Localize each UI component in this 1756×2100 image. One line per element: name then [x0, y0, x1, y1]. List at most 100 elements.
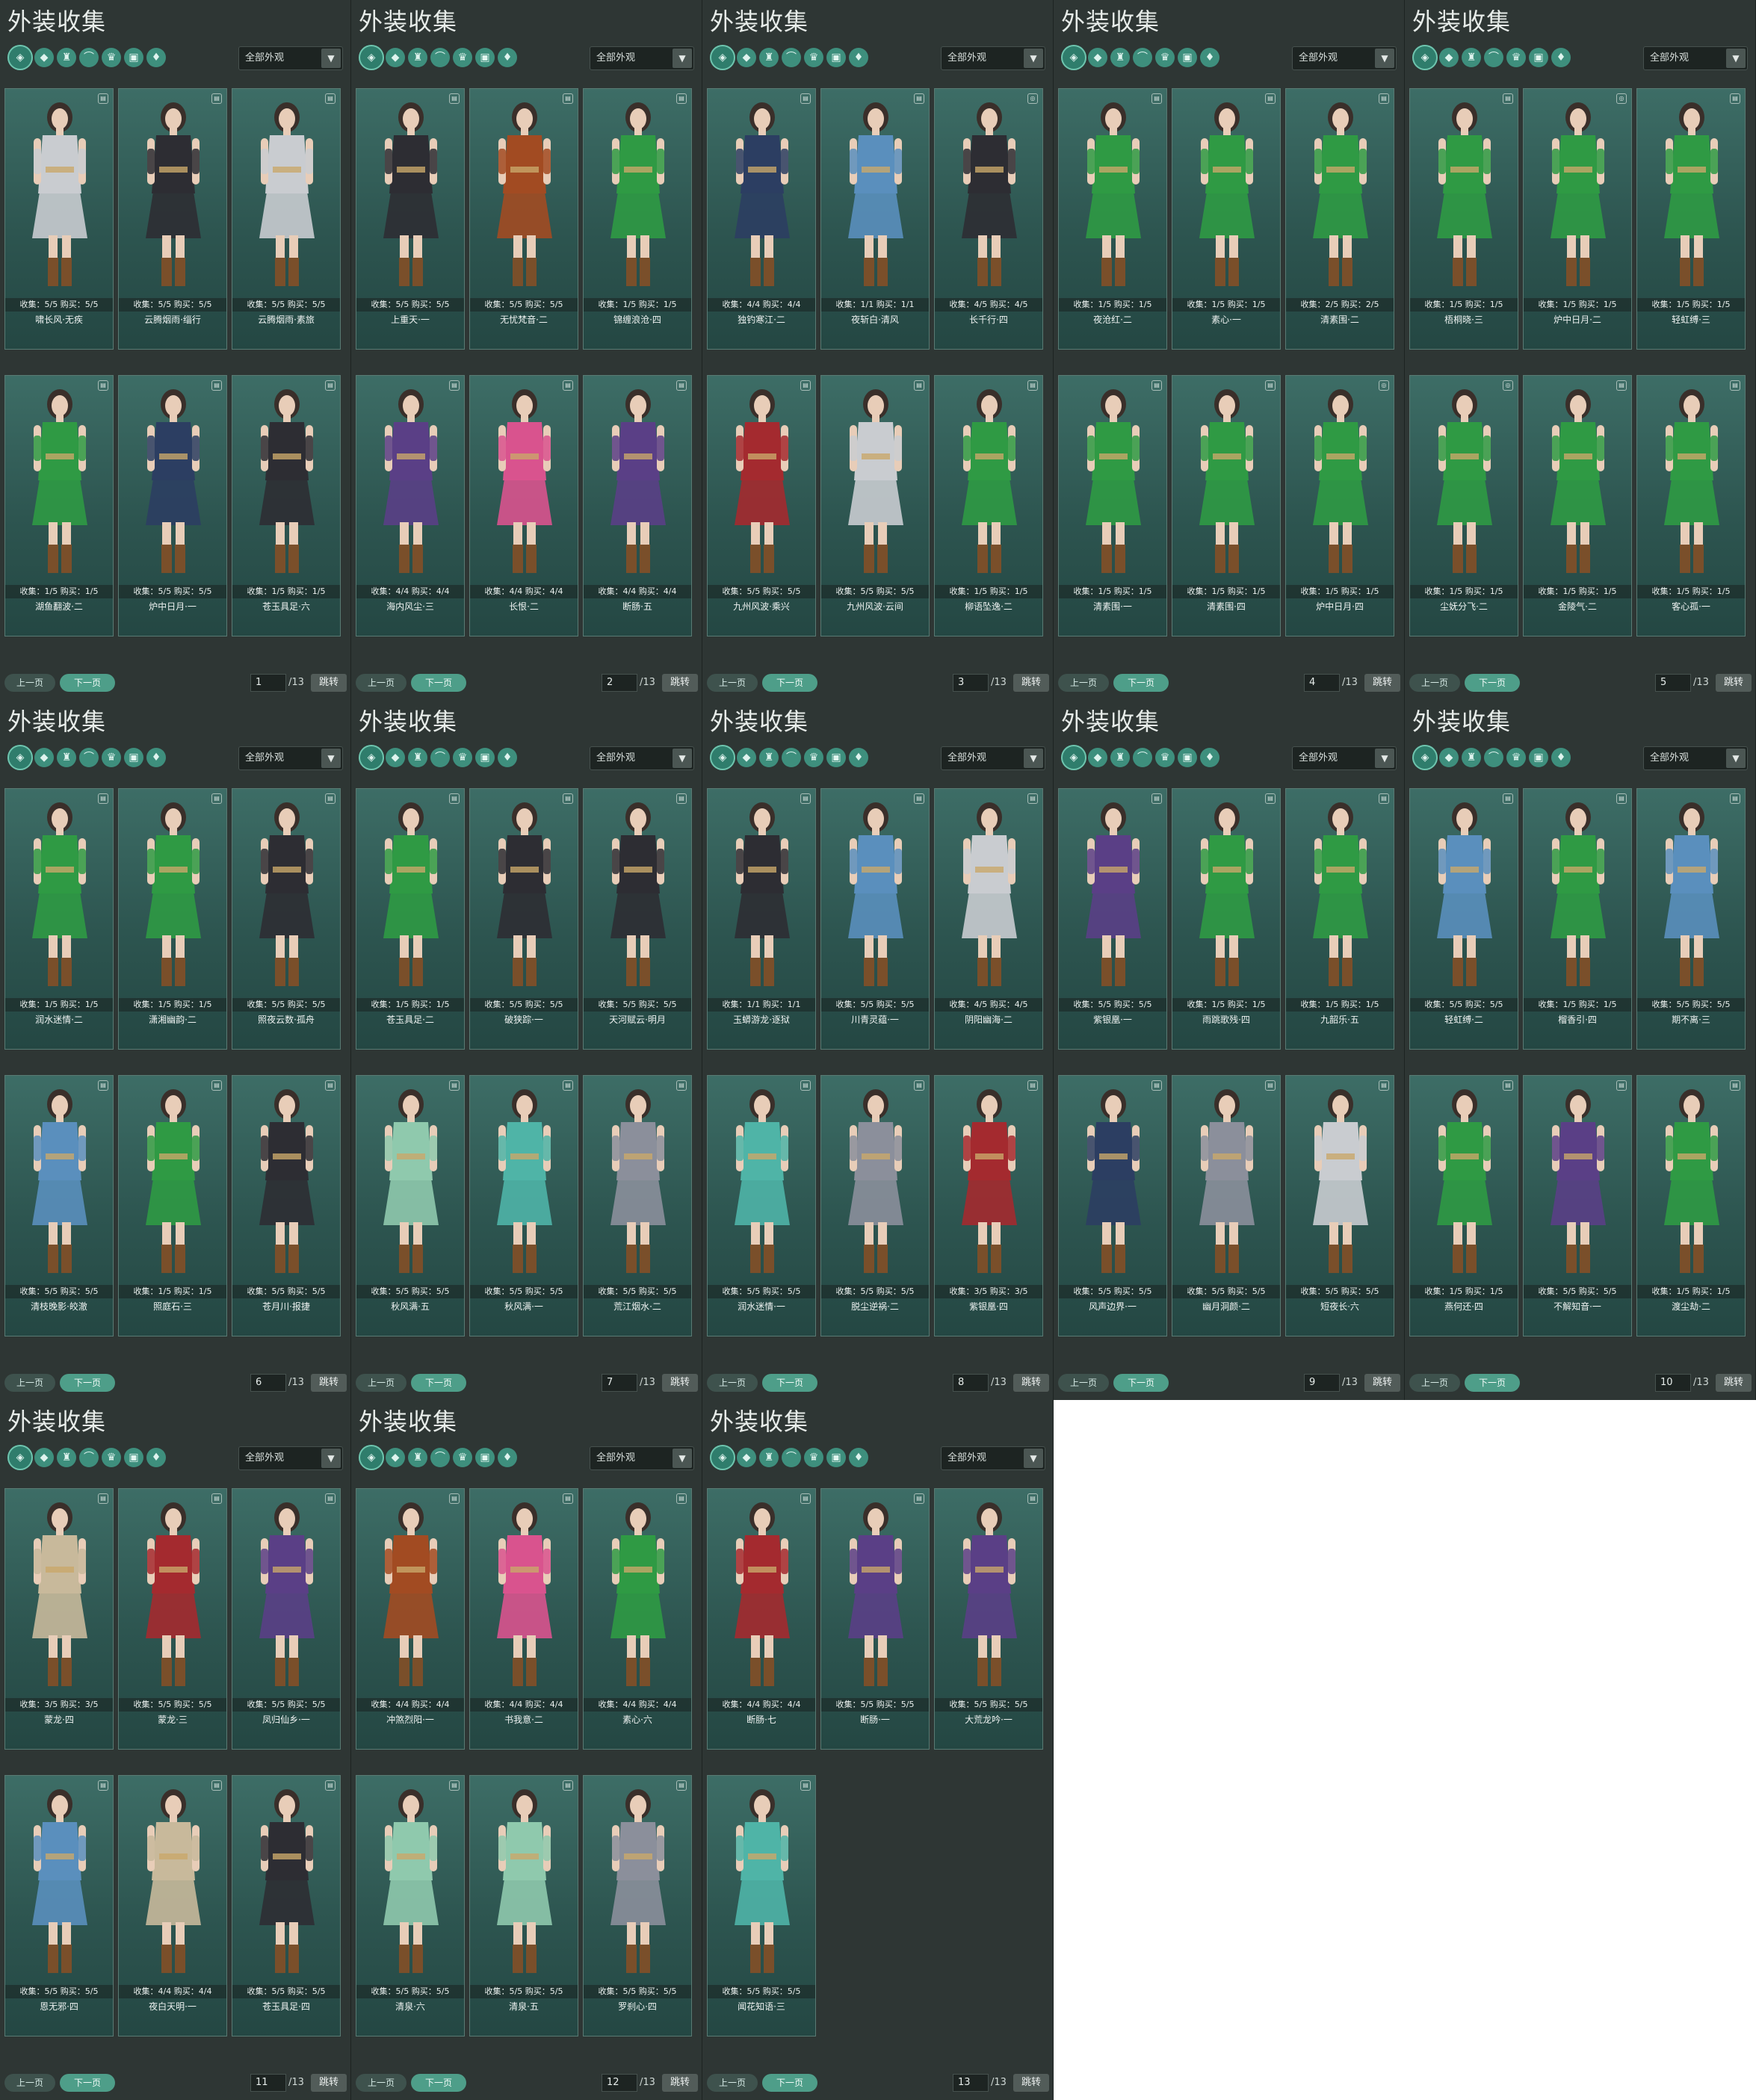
shoes-tab-icon[interactable]: ⌒	[1484, 48, 1503, 67]
outfit-card[interactable]: ▤ 收集：4/4 购买：4/4 冲煞烈阳·一	[356, 1488, 465, 1750]
outfit-card[interactable]: ▤ 收集：1/5 购买：1/5 雨跳歌残·四	[1172, 788, 1281, 1050]
robe-tab-icon[interactable]: ♜	[408, 48, 427, 67]
outfit-card[interactable]: ▤ 收集：4/4 购买：4/4 素心·六	[583, 1488, 692, 1750]
page-number-input[interactable]: 5	[1655, 674, 1691, 692]
gift-icon[interactable]: ▤	[1379, 793, 1389, 804]
gift-icon[interactable]: ▤	[676, 1493, 687, 1504]
outfit-card[interactable]: ▤ 收集：1/5 购买：1/5 苍玉具足·六	[232, 375, 341, 636]
chevron-down-icon[interactable]: ▼	[1024, 1449, 1043, 1468]
coin-tab-icon[interactable]: ◈	[359, 745, 384, 770]
appearance-filter-select[interactable]: 全部外观 ▼	[941, 746, 1045, 770]
outfit-card[interactable]: ◎ 收集：4/5 购买：4/5 长千行·四	[934, 88, 1043, 350]
chevron-down-icon[interactable]: ▼	[1726, 749, 1746, 768]
outfit-tab-icon[interactable]: ◆	[34, 48, 54, 67]
gift-icon[interactable]: ▤	[1730, 93, 1740, 104]
outfit-card[interactable]: ▤ 收集：5/5 购买：5/5 九州风波·云间	[820, 375, 930, 636]
hair-tab-icon[interactable]: ♛	[453, 48, 472, 67]
chevron-down-icon[interactable]: ▼	[321, 49, 341, 68]
outfit-card[interactable]: ▤ 收集：5/5 购买：5/5 大荒龙吟·一	[934, 1488, 1043, 1750]
page-number-input[interactable]: 12	[602, 2074, 637, 2092]
shoes-tab-icon[interactable]: ⌒	[782, 1448, 801, 1467]
outfit-card[interactable]: ▤ 收集：1/5 购买：1/5 潇湘幽韵·二	[118, 788, 227, 1050]
hair-tab-icon[interactable]: ♛	[804, 48, 823, 67]
outfit-card[interactable]: ▤ 收集：1/5 购买：1/5 照庭石·三	[118, 1075, 227, 1336]
gift-icon[interactable]: ▤	[325, 1493, 336, 1504]
outfit-card[interactable]: ▤ 收集：2/5 购买：2/5 清素围·二	[1285, 88, 1394, 350]
prev-page-button[interactable]: 上一页	[4, 1374, 55, 1392]
outfit-card[interactable]: ▤ 收集：5/5 购买：5/5 云腾烟雨·缁行	[118, 88, 227, 350]
gift-icon[interactable]: ▤	[449, 93, 460, 104]
gift-icon[interactable]: ▤	[1730, 1080, 1740, 1091]
prev-page-button[interactable]: 上一页	[707, 2074, 758, 2092]
hair-tab-icon[interactable]: ♛	[1506, 48, 1526, 67]
gift-icon[interactable]: ▤	[98, 1080, 108, 1091]
gift-icon[interactable]: ▤	[563, 380, 573, 391]
outfit-card[interactable]: ▤ 收集：1/5 购买：1/5 渡尘劫·二	[1636, 1075, 1746, 1336]
jump-button[interactable]: 跳转	[662, 1374, 698, 1392]
next-page-button[interactable]: 下一页	[411, 674, 466, 692]
jump-button[interactable]: 跳转	[311, 2074, 347, 2092]
prev-page-button[interactable]: 上一页	[1058, 674, 1109, 692]
outfit-card[interactable]: ▤ 收集：5/5 购买：5/5 无忧梵音·二	[469, 88, 578, 350]
next-page-button[interactable]: 下一页	[1465, 674, 1520, 692]
jump-button[interactable]: 跳转	[1716, 674, 1752, 692]
outfit-card[interactable]: ▤ 收集：1/5 购买：1/5 润水迷情·二	[4, 788, 114, 1050]
mask-tab-icon[interactable]: ▣	[475, 748, 495, 767]
mask-tab-icon[interactable]: ▣	[826, 48, 846, 67]
outfit-card[interactable]: ▤ 收集：1/5 购买：1/5 九韶乐·五	[1285, 788, 1394, 1050]
outfit-card[interactable]: ▤ 收集：1/5 购买：1/5 轻虹缚·三	[1636, 88, 1746, 350]
chevron-down-icon[interactable]: ▼	[673, 749, 692, 768]
outfit-card[interactable]: ▤ 收集：5/5 购买：5/5 啸长风·无疾	[4, 88, 114, 350]
outfit-card[interactable]: ▤ 收集：3/5 购买：3/5 蒙龙·四	[4, 1488, 114, 1750]
gift-icon[interactable]: ▤	[914, 1080, 924, 1091]
mask-tab-icon[interactable]: ▣	[826, 748, 846, 767]
gift-icon[interactable]: ▤	[1379, 93, 1389, 104]
coin-tab-icon[interactable]: ◈	[7, 745, 33, 770]
outfit-card[interactable]: ▤ 收集：5/5 购买：5/5 期不离·三	[1636, 788, 1746, 1050]
gift-icon[interactable]: ▤	[1265, 793, 1276, 804]
outfit-card[interactable]: ▤ 收集：5/5 购买：5/5 九州风波·乘兴	[707, 375, 816, 636]
outfit-card[interactable]: ▤ 收集：5/5 购买：5/5 破狭踪·一	[469, 788, 578, 1050]
outfit-tab-icon[interactable]: ◆	[1088, 748, 1107, 767]
shoes-tab-icon[interactable]: ⌒	[1133, 48, 1152, 67]
mask-tab-icon[interactable]: ▣	[1178, 48, 1197, 67]
lock-icon[interactable]: ◎	[1379, 380, 1389, 391]
gift-icon[interactable]: ▤	[98, 793, 108, 804]
next-page-button[interactable]: 下一页	[1113, 1374, 1169, 1392]
hair-tab-icon[interactable]: ♛	[453, 1448, 472, 1467]
coin-tab-icon[interactable]: ◈	[710, 45, 735, 70]
outfit-card[interactable]: ▤ 收集：5/5 购买：5/5 苍月川·报捷	[232, 1075, 341, 1336]
robe-tab-icon[interactable]: ♜	[57, 748, 76, 767]
outfit-card[interactable]: ▤ 收集：5/5 购买：5/5 荒江烟水·二	[583, 1075, 692, 1336]
coin-tab-icon[interactable]: ◈	[359, 45, 384, 70]
outfit-card[interactable]: ▤ 收集：5/5 购买：5/5 断肠·一	[820, 1488, 930, 1750]
outfit-card[interactable]: ▤ 收集：3/5 购买：3/5 紫银凰·四	[934, 1075, 1043, 1336]
outfit-card[interactable]: ▤ 收集：1/5 购买：1/5 苍玉具足·二	[356, 788, 465, 1050]
outfit-card[interactable]: ▤ 收集：1/5 购买：1/5 燕何还·四	[1409, 1075, 1518, 1336]
jump-button[interactable]: 跳转	[1716, 1374, 1752, 1392]
gift-icon[interactable]: ▤	[98, 380, 108, 391]
shoes-tab-icon[interactable]: ⌒	[1133, 748, 1152, 767]
outfit-card[interactable]: ▤ 收集：5/5 购买：5/5 不解知音·一	[1523, 1075, 1632, 1336]
gift-icon[interactable]: ▤	[1730, 380, 1740, 391]
outfit-card[interactable]: ▤ 收集：4/4 购买：4/4 书我意·二	[469, 1488, 578, 1750]
gift-icon[interactable]: ▤	[676, 1780, 687, 1791]
next-page-button[interactable]: 下一页	[411, 1374, 466, 1392]
robe-tab-icon[interactable]: ♜	[408, 1448, 427, 1467]
appearance-filter-select[interactable]: 全部外观 ▼	[1643, 746, 1748, 770]
outfit-card[interactable]: ▤ 收集：5/5 购买：5/5 清枝晚影·皎澈	[4, 1075, 114, 1336]
outfit-card[interactable]: ▤ 收集：1/5 购买：1/5 清素围·四	[1172, 375, 1281, 636]
page-number-input[interactable]: 8	[953, 1374, 989, 1392]
shoes-tab-icon[interactable]: ⌒	[430, 48, 450, 67]
outfit-card[interactable]: ▤ 收集：5/5 购买：5/5 短夜长·六	[1285, 1075, 1394, 1336]
robe-tab-icon[interactable]: ♜	[57, 1448, 76, 1467]
page-number-input[interactable]: 2	[602, 674, 637, 692]
outfit-card[interactable]: ▤ 收集：5/5 购买：5/5 恩无邪·四	[4, 1775, 114, 2036]
prev-page-button[interactable]: 上一页	[707, 674, 758, 692]
robe-tab-icon[interactable]: ♜	[759, 48, 779, 67]
weapon-tab-icon[interactable]: ♦	[498, 1448, 517, 1467]
outfit-card[interactable]: ▤ 收集：5/5 购买：5/5 幽月洞颜·二	[1172, 1075, 1281, 1336]
gift-icon[interactable]: ▤	[1151, 93, 1162, 104]
outfit-card[interactable]: ▤ 收集：1/5 购买：1/5 梧桐晓·三	[1409, 88, 1518, 350]
mask-tab-icon[interactable]: ▣	[124, 48, 143, 67]
